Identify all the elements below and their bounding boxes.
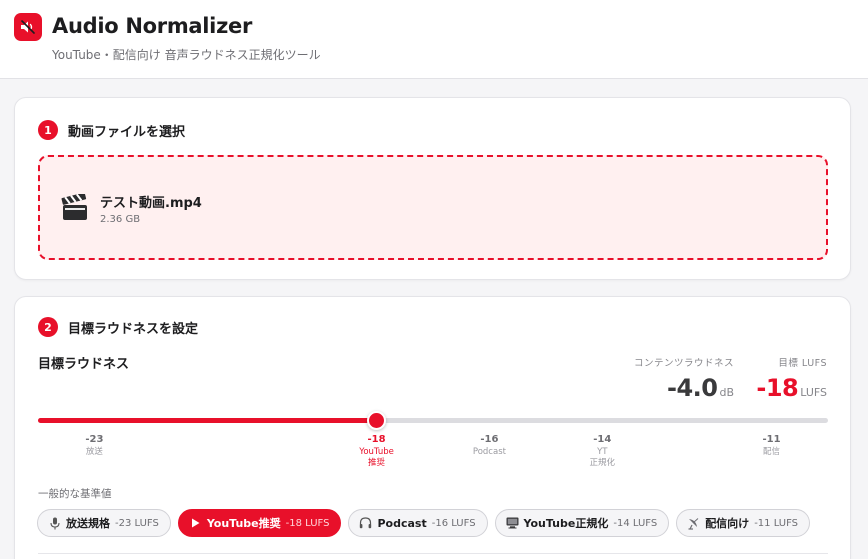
preset-name: YouTube正規化 [523,517,609,530]
step-title: 動画ファイルを選択 [68,124,186,140]
meter-unit: dB [719,386,734,399]
loudness-slider[interactable] [38,411,828,430]
play-icon [189,517,202,530]
preset-youtube-button[interactable]: YouTube推奨 -18 LUFS [177,509,342,537]
preset-value: -16 LUFS [431,517,476,529]
preset-name: YouTube推奨 [206,517,281,530]
loudness-card: 2 目標ラウドネスを設定 目標ラウドネス コンテンツラウドネス -4.0 dB 目… [14,296,851,559]
step-number-badge: 2 [38,317,58,337]
slider-thumb[interactable] [367,411,387,430]
preset-streaming-button[interactable]: 配信向け -11 LUFS [676,509,811,537]
speaker-icon [14,13,42,41]
tick-label: 配信 [763,447,781,457]
content-loudness-meter: コンテンツラウドネス -4.0 dB [634,355,734,402]
tick-value: -16 [480,434,499,445]
preset-name: 配信向け [705,517,750,530]
slider-fill [38,418,377,423]
tick-label: Podcast [472,447,506,457]
slider-tick: -23 放送 [54,434,134,458]
step-number-badge: 1 [38,120,58,140]
tick-value: -23 [85,434,104,445]
preset-name: Podcast [377,516,427,530]
tick-value: -11 [762,434,781,445]
preset-youtube-normalize-button[interactable]: YouTube正規化 -14 LUFS [494,509,670,537]
microphone-icon [48,517,61,530]
preset-value: -14 LUFS [613,517,658,529]
slider-tick: -16 Podcast [449,434,529,458]
satellite-icon [687,517,700,530]
meter-label: コンテンツラウドネス [633,358,734,369]
preset-value: -23 LUFS [115,517,159,529]
slider-tick: -18 YouTube 推奨 [337,434,417,469]
presets-label: 一般的な基準値 [38,488,112,500]
preset-list: 放送規格 -23 LUFS YouTube推奨 -18 LUFS Podcast… [37,509,817,537]
file-drop-zone[interactable]: テスト動画.mp4 2.36 GB [38,155,828,260]
target-lufs-meter: 目標 LUFS -18 LUFS [756,355,827,402]
meter-label: 目標 LUFS [778,358,827,369]
step-1-header: 1 動画ファイルを選択 [38,120,185,140]
preset-broadcast-button[interactable]: 放送規格 -23 LUFS [37,509,171,537]
content-loudness-value: -4.0 [666,374,718,402]
step-title: 目標ラウドネスを設定 [68,321,199,337]
preset-value: -11 LUFS [754,517,799,529]
file-select-card: 1 動画ファイルを選択 テスト動画.mp4 2.36 GB [14,97,851,280]
preset-podcast-button[interactable]: Podcast -16 LUFS [348,509,488,537]
preset-value: -18 LUFS [285,517,330,529]
slider-tick: -14 YT 正規化 [562,434,642,469]
tick-value: -18 [367,434,386,445]
headphones-icon [359,517,372,530]
target-loudness-label: 目標ラウドネス [38,357,130,372]
target-lufs-value: -18 [756,374,799,402]
tick-label: YT 正規化 [589,447,616,468]
step-2-header: 2 目標ラウドネスを設定 [38,317,198,337]
divider [38,553,828,554]
app-title: Audio Normalizer [52,14,253,38]
slider-tick: -11 配信 [732,434,812,458]
app-subtitle: YouTube・配信向け 音声ラウドネス正規化ツール [52,48,321,62]
meter-unit: LUFS [800,386,827,399]
file-name: テスト動画.mp4 [100,196,202,211]
tick-label: YouTube 推奨 [359,447,394,468]
tick-value: -14 [593,434,612,445]
preset-name: 放送規格 [66,517,110,530]
monitor-icon [506,517,519,530]
app-header: Audio Normalizer YouTube・配信向け 音声ラウドネス正規化… [0,0,868,79]
clapperboard-icon [60,192,90,222]
slider-ticks: -23 放送 -18 YouTube 推奨 -16 Podcast -14 YT… [38,434,828,474]
file-size: 2.36 GB [100,214,141,225]
tick-label: 放送 [85,447,103,457]
